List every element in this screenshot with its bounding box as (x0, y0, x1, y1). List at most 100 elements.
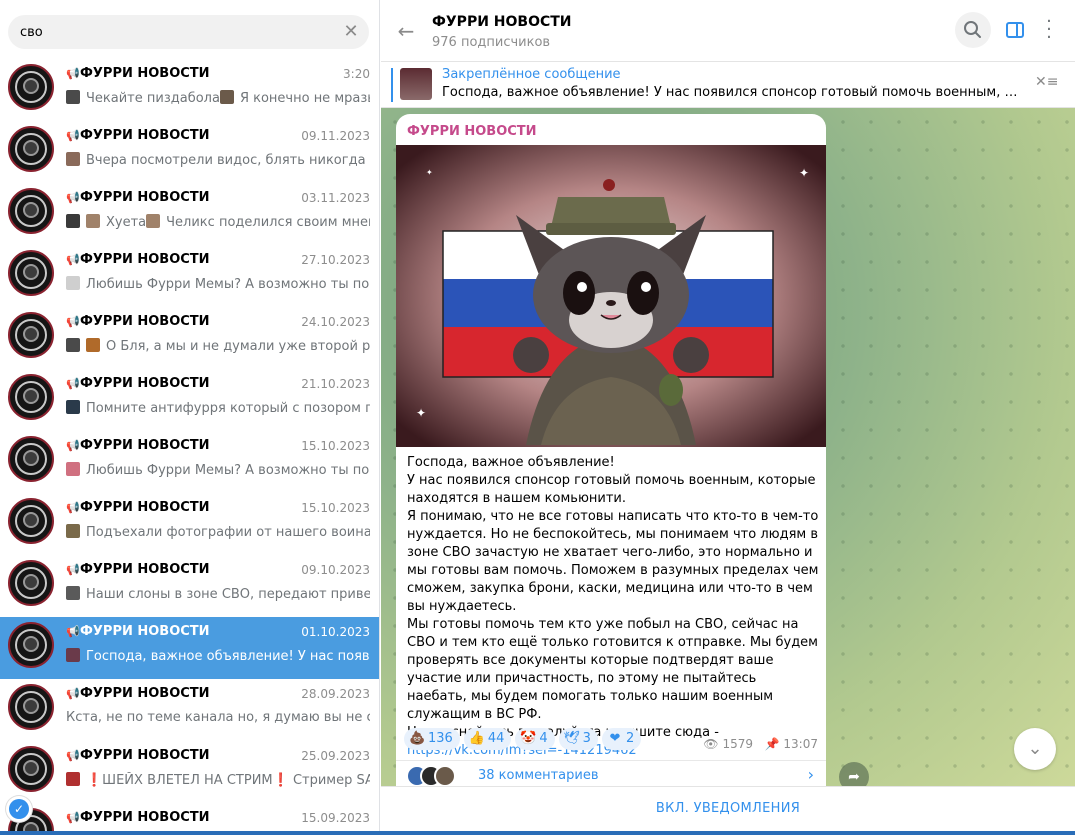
avatar-face (23, 202, 39, 218)
reaction-count: 136 (428, 731, 453, 746)
reaction-emoji: 🤡 (520, 731, 537, 746)
chat-title: 📢ФУРРИ НОВОСТИ (66, 748, 210, 763)
comments-count: 38 комментариев (478, 768, 599, 783)
verified-badge: ✓ (6, 796, 32, 822)
preview-thumbnail (66, 524, 80, 538)
chat-list-item[interactable]: 📢ФУРРИ НОВОСТИ 09.11.2023 Вчера посмотрели… (0, 121, 379, 183)
chat-title: 📢ФУРРИ НОВОСТИ (66, 252, 210, 267)
chat-title: 📢ФУРРИ НОВОСТИ (66, 624, 210, 639)
megaphone-icon: 📢 (66, 811, 80, 824)
chat-date: 01.10.2023 (301, 625, 370, 639)
chat-preview: Господа, важное объявление! У нас появил… (66, 648, 370, 664)
chat-preview: Подъехали фотографии от нашего воина, к.… (66, 524, 370, 540)
megaphone-icon: 📢 (66, 253, 80, 266)
post-paragraph: Господа, важное объявление! (407, 455, 615, 470)
chat-list-item[interactable]: 📢ФУРРИ НОВОСТИ 3:20 Чекайте пиздабола Я кон… (0, 59, 379, 121)
chat-list-item[interactable]: 📢ФУРРИ НОВОСТИ 28.09.2023 Кста, не по теме… (0, 679, 379, 741)
megaphone-icon: 📢 (66, 501, 80, 514)
reaction-chip[interactable]: 🕊 3 (558, 728, 598, 750)
preview-text: Любишь Фурри Мемы? А возможно ты по... (86, 277, 370, 292)
chat-title-text: ФУРРИ НОВОСТИ (80, 314, 210, 329)
chat-list-item[interactable]: 📢ФУРРИ НОВОСТИ 09.10.2023 Наши слоны в зон… (0, 555, 379, 617)
avatar (8, 64, 54, 110)
search-icon (964, 21, 981, 38)
reaction-emoji: 👍 (468, 731, 486, 746)
message-bubble[interactable]: ФУРРИ НОВОСТИ ✦ ✦ ✦ Господа, важное объя… (396, 114, 826, 786)
chat-list-item[interactable]: 📢ФУРРИ НОВОСТИ 27.10.2023 Любишь Фурри Мем… (0, 245, 379, 307)
svg-text:✦: ✦ (799, 166, 809, 180)
channel-title[interactable]: ФУРРИ НОВОСТИ (432, 14, 572, 30)
chat-date: 15.10.2023 (301, 501, 370, 515)
preview-thumbnail (66, 152, 80, 166)
chat-preview: Наши слоны в зоне СВО, передают привет. (66, 586, 370, 602)
avatar (8, 684, 54, 730)
avatar-face (23, 326, 39, 342)
pinned-title: Закреплённое сообщение (442, 67, 621, 82)
avatar (8, 312, 54, 358)
chat-title: 📢ФУРРИ НОВОСТИ (66, 190, 210, 205)
search-bar[interactable]: ✕ (8, 15, 369, 49)
reaction-chip[interactable]: ❤ 2 (601, 728, 642, 750)
chat-title-text: ФУРРИ НОВОСТИ (80, 438, 210, 453)
avatar (8, 250, 54, 296)
chat-panel: ← ФУРРИ НОВОСТИ 976 подписчиков · · · Закр… (381, 0, 1075, 835)
megaphone-icon: 📢 (66, 129, 80, 142)
chat-list-item[interactable]: 📢ФУРРИ НОВОСТИ 03.11.2023 Хуета Челикс поде… (0, 183, 379, 245)
chat-preview: Чекайте пиздабола Я конечно не мразь, ... (66, 90, 370, 106)
chat-title: 📢ФУРРИ НОВОСТИ (66, 314, 210, 329)
unpin-list-icon[interactable]: ✕≡ (1035, 74, 1061, 94)
preview-thumbnail (66, 90, 80, 104)
message-author: ФУРРИ НОВОСТИ (407, 124, 537, 139)
preview-text: Хуета (106, 215, 147, 230)
reaction-chip[interactable]: 🤡 4 (515, 728, 555, 750)
post-text: Господа, важное объявление! У нас появилс… (407, 454, 819, 760)
preview-thumbnail (86, 338, 100, 352)
pinned-message-bar[interactable]: Закреплённое сообщение Господа, важное о… (381, 62, 1075, 108)
megaphone-icon: 📢 (66, 67, 80, 80)
more-vertical-icon[interactable]: · · · (1039, 13, 1059, 47)
reaction-chip[interactable]: 💩 136 (404, 728, 460, 750)
chat-list: 📢ФУРРИ НОВОСТИ 3:20 Чекайте пиздабола Я кон… (0, 59, 379, 835)
close-icon[interactable]: ✕ (341, 22, 361, 42)
chat-preview: Вчера посмотрели видос, блять никогда та… (66, 152, 370, 168)
comments-button[interactable]: 38 комментариев › (396, 760, 826, 786)
reaction-chip[interactable]: 👍 44 (463, 728, 512, 750)
chat-list-item[interactable]: 📢ФУРРИ НОВОСТИ 15.10.2023 Подъехали фотогр… (0, 493, 379, 555)
chat-preview: Любишь Фурри Мемы? А возможно ты по... (66, 276, 370, 292)
chat-list-item[interactable]: 📢ФУРРИ НОВОСТИ 15.10.2023 Любишь Фурри Мем… (0, 431, 379, 493)
search-input[interactable] (20, 15, 330, 49)
chevron-down-icon: ⌄ (1027, 738, 1043, 759)
post-image[interactable]: ✦ ✦ ✦ (396, 145, 826, 447)
avatar-face (23, 388, 39, 404)
message-meta: 👁 1579 📌 13:07 (703, 737, 818, 751)
share-button[interactable]: ➦ (839, 762, 869, 786)
chat-preview: Хуета Челикс поделился своим мнен... (66, 214, 370, 230)
chat-title-text: ФУРРИ НОВОСТИ (80, 562, 210, 577)
chat-title-text: ФУРРИ НОВОСТИ (80, 810, 210, 825)
search-button[interactable] (955, 12, 991, 48)
chat-date: 21.10.2023 (301, 377, 370, 391)
megaphone-icon: 📢 (66, 439, 80, 452)
avatar (434, 765, 456, 786)
chat-title: 📢ФУРРИ НОВОСТИ (66, 128, 210, 143)
chat-list-item[interactable]: 📢ФУРРИ НОВОСТИ 24.10.2023 О Бля, а мы и не… (0, 307, 379, 369)
arrow-left-icon[interactable]: ← (395, 20, 417, 42)
avatar-face (23, 512, 39, 528)
chat-list-item[interactable]: 📢ФУРРИ НОВОСТИ 21.10.2023 Помните антифурр… (0, 369, 379, 431)
sidebar-toggle-button[interactable] (1005, 20, 1025, 40)
chevron-right-icon: › (807, 765, 814, 784)
preview-thumbnail (66, 214, 80, 228)
chat-date: 28.09.2023 (301, 687, 370, 701)
avatar (8, 126, 54, 172)
unmute-button[interactable]: ВКЛ. УВЕДОМЛЕНИЯ (381, 801, 1075, 816)
chat-title: 📢ФУРРИ НОВОСТИ (66, 66, 210, 81)
avatar (8, 746, 54, 792)
chat-preview: ❗ШЕЙХ ВЛЕТЕЛ НА СТРИМ❗ Стример SA... (66, 772, 370, 788)
preview-text: Господа, важное объявление! У нас появил… (86, 649, 370, 664)
chat-title: 📢ФУРРИ НОВОСТИ (66, 376, 210, 391)
scroll-down-button[interactable]: ⌄ (1014, 728, 1056, 770)
chat-list-item[interactable]: 📢ФУРРИ НОВОСТИ 25.09.2023 ❗ШЕЙХ ВЛЕТЕЛ НА … (0, 741, 379, 803)
avatar (8, 436, 54, 482)
chat-list-item[interactable]: 📢ФУРРИ НОВОСТИ 01.10.2023 Господа, важное … (0, 617, 379, 679)
chat-title-text: ФУРРИ НОВОСТИ (80, 624, 210, 639)
